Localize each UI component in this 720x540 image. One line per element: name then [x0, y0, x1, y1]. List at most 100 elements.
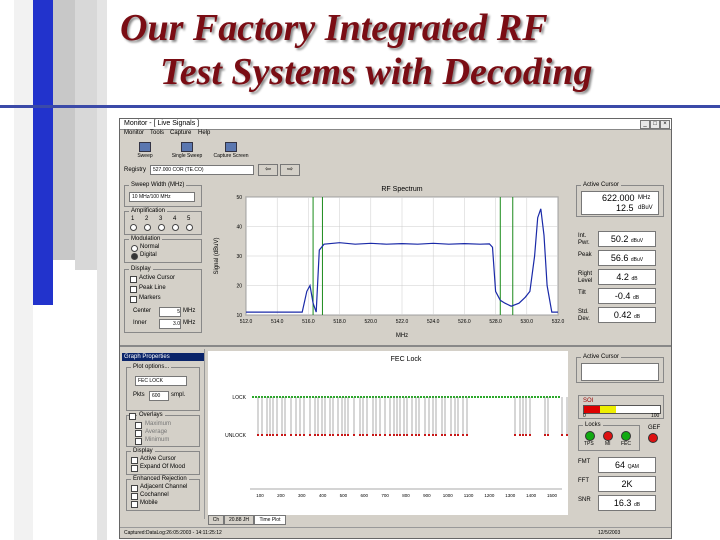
fec-lock-sample: [357, 396, 359, 398]
fec-unlock-sample: [393, 434, 395, 436]
fec-x-tick: 300: [298, 493, 306, 498]
fec-cursor-box: [581, 363, 659, 381]
mod-digital-radio[interactable]: [131, 253, 138, 260]
maximize-icon[interactable]: □: [650, 120, 660, 129]
amp-radio-5[interactable]: [186, 224, 193, 231]
tab-date[interactable]: 20.88 JH: [224, 515, 254, 525]
amp-step-1: 1: [131, 216, 135, 222]
fec-lock-sample: [489, 396, 491, 398]
mod-normal-radio[interactable]: [131, 245, 138, 252]
rf-spectrum-chart[interactable]: RF SpectrumSignal (dBuV)MHz1020304050512…: [206, 181, 568, 339]
display-title: Display: [129, 266, 153, 272]
fec-unlock-sample: [454, 434, 456, 436]
mi-label: MI: [605, 441, 611, 447]
menu-capture[interactable]: Capture: [170, 130, 191, 136]
minimize-icon[interactable]: _: [640, 120, 650, 129]
mod-digital-label: Digital: [140, 252, 157, 258]
rf-x-tick: 512.0: [240, 319, 253, 325]
inner-unit: MHz: [183, 320, 196, 326]
adjacent-checkbox[interactable]: [131, 485, 138, 492]
mobile-checkbox[interactable]: [131, 501, 138, 508]
menu-tools[interactable]: Tools: [150, 130, 164, 136]
overlays-checkbox[interactable]: [129, 413, 136, 420]
fec-lock-sample: [279, 396, 281, 398]
overlay-avg-checkbox[interactable]: [135, 430, 142, 437]
overlay-max-checkbox[interactable]: [135, 422, 142, 429]
decor-block-gray-2: [75, 0, 97, 270]
slide-title-line2: Test Systems with Decoding: [160, 51, 593, 93]
pkts-input[interactable]: 600: [149, 391, 169, 401]
soi-bar: [583, 405, 661, 414]
amp-radio-2[interactable]: [144, 224, 151, 231]
fec-lock-sample: [477, 396, 479, 398]
rf-x-tick: 526.0: [458, 319, 471, 325]
rf-readout-value-box: 56.6 dBuV: [598, 250, 656, 266]
active-cursor-checkbox[interactable]: [130, 276, 137, 283]
fec-lock-sample: [555, 396, 557, 398]
menu-help[interactable]: Help: [198, 130, 210, 136]
decor-block-white: [14, 0, 33, 540]
fec-lock-sample: [459, 396, 461, 398]
fec-unlock-sample: [544, 434, 546, 436]
overlay-min-checkbox[interactable]: [135, 438, 142, 445]
fec-lock-chart[interactable]: FEC Lock LOCK UNLOCK 100 200 300 400 500 600 700 8…: [208, 351, 568, 515]
plot-select[interactable]: FEC LOCK: [135, 376, 187, 386]
fec-readout-value: 64: [615, 460, 628, 470]
overlays-title: Overlays: [137, 412, 165, 418]
sweep-icon: [139, 142, 151, 152]
sweep-button[interactable]: Sweep: [126, 140, 164, 160]
center-unit: MHz: [183, 308, 196, 314]
registry-select[interactable]: 527.000 COR (TE.CO): [150, 165, 254, 175]
active-cursor-label: Active Cursor: [139, 275, 176, 281]
fec-lock-sample: [501, 396, 503, 398]
fec-lock-sample: [498, 396, 500, 398]
fec-unlock-sample: [266, 434, 268, 436]
fec-active-cursor-checkbox[interactable]: [131, 457, 138, 464]
tab-ch[interactable]: Ch: [208, 515, 224, 525]
single-sweep-button[interactable]: Single Sweep: [168, 140, 206, 160]
fec-unlock-sample: [441, 434, 443, 436]
nav-forward-button[interactable]: ⇨: [280, 164, 300, 176]
fec-readout-value-box: 2K: [598, 476, 656, 492]
title-rule: [0, 105, 720, 108]
fec-readout-value-box: 64 QAM: [598, 457, 656, 473]
cursor-level-unit: dBuV: [638, 205, 653, 211]
center-input[interactable]: 5: [159, 307, 181, 317]
close-icon[interactable]: ×: [660, 120, 670, 129]
sweep-select[interactable]: 10 MHz/100 MHz: [129, 192, 195, 202]
amp-radio-4[interactable]: [172, 224, 179, 231]
nav-back-button[interactable]: ⇦: [258, 164, 278, 176]
fec-x-tick: 1300: [505, 493, 516, 498]
fec-unlock-sample: [299, 434, 301, 436]
overlay-min-label: Minimum: [145, 437, 170, 443]
fec-unlock-sample: [566, 434, 568, 436]
section-divider: [120, 345, 671, 347]
fec-unlock-sample: [290, 434, 292, 436]
markers-checkbox[interactable]: [130, 296, 137, 303]
single-sweep-label: Single Sweep: [171, 153, 203, 159]
rf-readout-value: 0.42: [613, 310, 634, 320]
rf-readout-value: 56.6: [610, 253, 631, 263]
fec-lock-sample: [297, 396, 299, 398]
fec-x-tick: 400: [319, 493, 327, 498]
fec-unlock-sample: [314, 434, 316, 436]
amplification-group: Amplification 1 2 3 4 5: [124, 208, 202, 235]
expand-checkbox[interactable]: [131, 465, 138, 472]
inner-input[interactable]: 3.0: [159, 319, 181, 329]
fec-lock-sample: [552, 396, 554, 398]
menu-monitor[interactable]: Monitor: [124, 130, 144, 136]
fec-readouts: FMT 64 QAM FFT 2K SNR 16.3 dB: [578, 457, 664, 517]
fec-readout-unit: dB: [633, 502, 641, 508]
rf-readout-label: Peak: [578, 252, 592, 258]
peak-line-checkbox[interactable]: [130, 286, 137, 293]
amp-radio-1[interactable]: [130, 224, 137, 231]
adjacent-label: Adjacent Channel: [140, 484, 188, 490]
status-bar: Captured:DataLog:26:05:2003 - 14:11:25:1…: [120, 527, 671, 538]
cochannel-label: Cochannel: [140, 492, 169, 498]
cochannel-checkbox[interactable]: [131, 493, 138, 500]
cursor-freq-unit: MHz: [638, 195, 651, 201]
amp-step-3: 3: [159, 216, 163, 222]
capture-screen-button[interactable]: Capture Screen: [212, 140, 250, 160]
amp-radio-3[interactable]: [158, 224, 165, 231]
tab-time-plot[interactable]: Time Plot: [254, 515, 286, 525]
